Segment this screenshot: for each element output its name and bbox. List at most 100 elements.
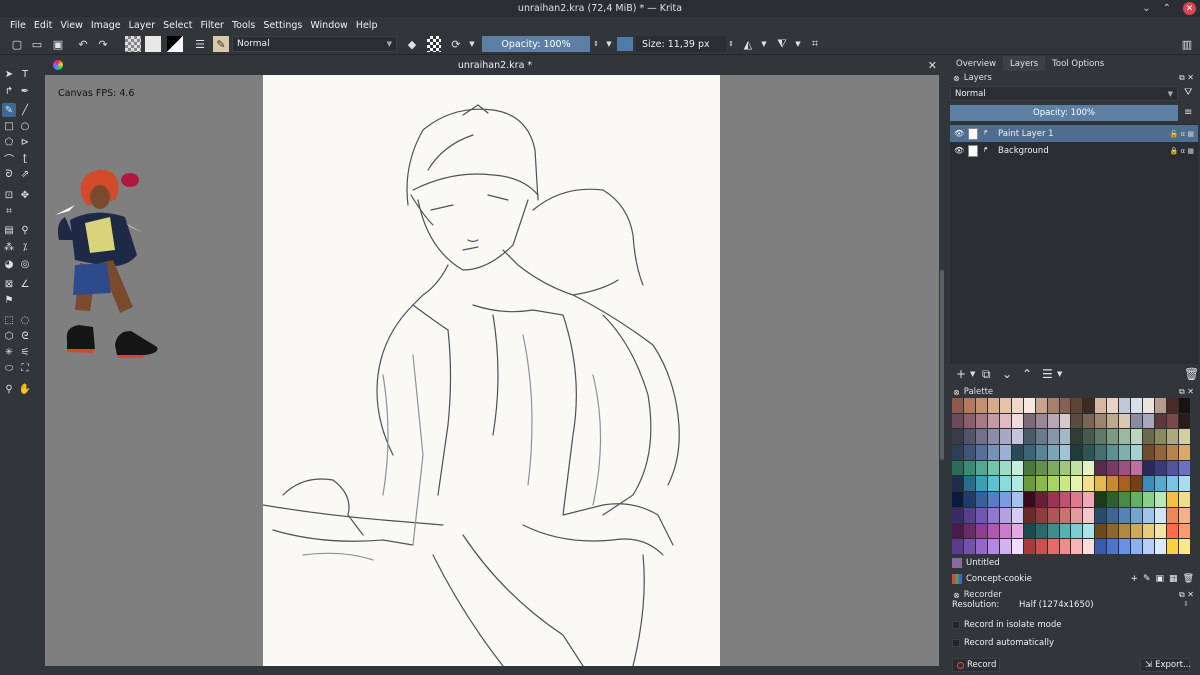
palette-swatch[interactable] — [1155, 523, 1167, 539]
palette-swatch[interactable] — [1023, 413, 1035, 429]
palette-swatch[interactable] — [1155, 460, 1167, 476]
palette-scrollbar[interactable] — [1190, 398, 1198, 554]
palette-swatch[interactable] — [1023, 539, 1035, 554]
layer-row-paint-layer-1[interactable]: 👁 ᖰ Paint Layer 1 🔓 α ▦ — [950, 125, 1198, 142]
freehand-brush-tool-icon[interactable]: ✎ — [2, 103, 16, 117]
palette-swatch[interactable] — [1107, 492, 1119, 507]
palette-swatch[interactable] — [952, 413, 963, 429]
palette-swatch[interactable] — [1155, 398, 1167, 413]
palette-swatch[interactable] — [1143, 398, 1155, 413]
palette-swatch[interactable] — [1107, 398, 1119, 413]
mirror-horizontal-icon[interactable]: ◭ — [741, 36, 755, 52]
palette-swatch[interactable] — [1131, 476, 1143, 492]
palette-swatch[interactable] — [1011, 398, 1023, 413]
palette-swatch[interactable] — [1071, 523, 1083, 539]
resolution-select[interactable]: Half (1274x1650) ⇕ — [1019, 600, 1189, 612]
layer-opacity-slider[interactable]: Opacity: 100% — [950, 105, 1178, 121]
palette-swatch[interactable] — [1059, 429, 1071, 445]
color-picker-tool-icon[interactable]: ⚲ — [18, 223, 32, 237]
palette-swatch[interactable] — [1131, 523, 1143, 539]
palette-swatch[interactable] — [1083, 476, 1095, 492]
palette-swatch[interactable] — [1179, 523, 1190, 539]
layer-blend-mode-select[interactable]: Normal ▼ — [950, 86, 1178, 101]
palette-swatch[interactable] — [952, 476, 963, 492]
palette-swatch[interactable] — [999, 445, 1011, 460]
palette-swatch[interactable] — [1131, 507, 1143, 523]
palette-swatch[interactable] — [999, 413, 1011, 429]
palette-swatch[interactable] — [1119, 460, 1131, 476]
canvas-vertical-scrollbar[interactable] — [939, 75, 945, 666]
assistant-tool-icon[interactable]: ⊠ — [2, 277, 16, 291]
palette-swatch[interactable] — [975, 429, 987, 445]
layer-properties-icon[interactable]: ☰ — [1042, 367, 1053, 381]
palette-swatch[interactable] — [1119, 398, 1131, 413]
palette-swatch[interactable] — [1023, 507, 1035, 523]
palette-swatch[interactable] — [952, 523, 963, 539]
palette-swatch[interactable] — [1059, 413, 1071, 429]
polygon-tool-icon[interactable]: ⬠ — [2, 135, 16, 149]
open-folder-icon[interactable]: ▭ — [30, 36, 44, 52]
docker-float-icon[interactable]: ⧉ ✕ — [1179, 73, 1194, 83]
palette-swatch[interactable] — [1143, 460, 1155, 476]
chevron-down-icon[interactable]: ▼ — [794, 36, 802, 52]
palette-swatch[interactable] — [963, 507, 975, 523]
pan-tool-icon[interactable]: ✋ — [18, 382, 32, 396]
palette-swatch[interactable] — [1023, 460, 1035, 476]
palette-swatch[interactable] — [999, 460, 1011, 476]
palette-swatch[interactable] — [1035, 413, 1047, 429]
palette-swatch[interactable] — [1107, 429, 1119, 445]
palette-swatch[interactable] — [1107, 460, 1119, 476]
move-layer-up-icon[interactable]: ⌃ — [1022, 367, 1032, 381]
palette-swatch[interactable] — [975, 476, 987, 492]
move-tool-icon[interactable]: ✥ — [18, 188, 32, 202]
palette-swatch[interactable] — [1155, 429, 1167, 445]
chevron-down-icon[interactable]: ▼ — [970, 370, 975, 378]
brush-preset-icon[interactable]: ✎ — [213, 36, 229, 52]
mirror-vertical-icon[interactable]: ⧨ — [775, 36, 789, 52]
measure-tool-icon[interactable]: ∠ — [18, 277, 32, 291]
close-window-button[interactable]: ✕ — [1183, 2, 1196, 15]
palette-swatch[interactable] — [1155, 492, 1167, 507]
docker-close-icon[interactable]: ⊗ — [953, 388, 960, 397]
palette-swatch[interactable] — [1071, 398, 1083, 413]
palette-swatch[interactable] — [975, 523, 987, 539]
palette-swatch[interactable] — [1083, 429, 1095, 445]
bezier-select-tool-icon[interactable]: ⬭ — [2, 361, 16, 375]
palette-swatch[interactable] — [1083, 492, 1095, 507]
menu-help[interactable]: Help — [352, 20, 382, 31]
palette-swatch[interactable] — [1047, 476, 1059, 492]
layer-lock-alpha-icons[interactable]: 🔒 α ▦ — [1170, 147, 1194, 155]
checkbox-box[interactable] — [952, 621, 960, 629]
ellipse-tool-icon[interactable]: ○ — [18, 119, 32, 133]
palette-swatch[interactable] — [952, 445, 963, 460]
palette-swatch[interactable] — [1155, 507, 1167, 523]
canvas-viewport[interactable]: Canvas FPS: 4.6 — [45, 75, 939, 666]
palette-swatch[interactable] — [1011, 445, 1023, 460]
palette-swatch[interactable] — [1071, 492, 1083, 507]
palette-swatch[interactable] — [1047, 492, 1059, 507]
palette-swatch[interactable] — [1071, 413, 1083, 429]
palette-swatch[interactable] — [1095, 429, 1107, 445]
text-tool-icon[interactable]: T — [18, 67, 32, 81]
palette-swatch[interactable] — [1083, 460, 1095, 476]
palette-swatch[interactable] — [1167, 523, 1179, 539]
palette-swatch[interactable] — [1047, 507, 1059, 523]
blend-mode-select[interactable]: Normal ▼ — [232, 36, 397, 52]
freehand-select-tool-icon[interactable]: ᘓ — [18, 329, 32, 343]
bezier-tool-icon[interactable]: ⌒ — [2, 151, 16, 166]
palette-swatch[interactable] — [975, 445, 987, 460]
palette-swatch[interactable] — [987, 507, 999, 523]
palette-swatch[interactable] — [1119, 539, 1131, 554]
palette-swatch[interactable] — [1047, 398, 1059, 413]
transform-tool-icon[interactable]: ⊡ — [2, 188, 16, 202]
palette-swatch[interactable] — [1083, 539, 1095, 554]
record-button[interactable]: Record — [952, 658, 1000, 672]
palette-swatch[interactable] — [1143, 523, 1155, 539]
palette-swatch[interactable] — [1179, 429, 1190, 445]
dynamic-brush-tool-icon[interactable]: ᘐ — [2, 167, 16, 181]
palette-swatch[interactable] — [963, 539, 975, 554]
palette-swatch[interactable] — [1059, 523, 1071, 539]
palette-swatch[interactable] — [1119, 492, 1131, 507]
palette-swatch[interactable] — [999, 523, 1011, 539]
size-spin-icon[interactable]: ⇕ — [727, 36, 735, 52]
